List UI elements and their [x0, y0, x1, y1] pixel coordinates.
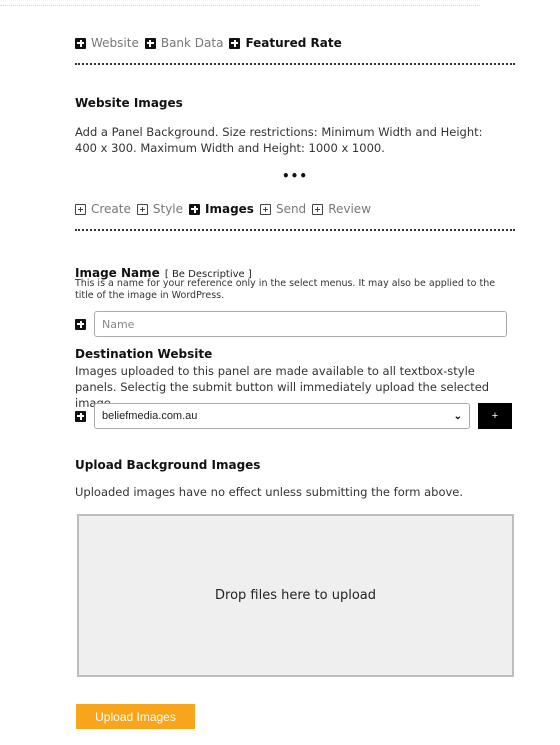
file-dropzone[interactable]: Drop files here to upload	[77, 514, 514, 677]
plus-square-outline-icon	[259, 203, 271, 215]
plus-square-outline-icon	[75, 203, 86, 215]
upload-title: Upload Background Images	[75, 458, 261, 472]
plus-square-icon	[144, 37, 156, 49]
plus-square-icon	[189, 203, 201, 215]
more-dots[interactable]: •••	[75, 169, 515, 183]
step-label: Create	[91, 202, 131, 216]
step-style[interactable]: Style	[136, 202, 184, 216]
upload-help: Uploaded images have no effect unless su…	[75, 485, 464, 499]
cropped-top-text	[0, 0, 480, 6]
plus-square-icon	[229, 37, 241, 49]
destination-label: Destination Website	[75, 347, 213, 361]
plus-square-outline-icon	[136, 203, 148, 215]
top-nav-website[interactable]: Website	[75, 36, 139, 50]
top-nav: Website Bank Data Featured Rate	[75, 36, 342, 50]
destination-select[interactable]: beliefmedia.com.au ⌄	[94, 403, 470, 429]
upload-images-button[interactable]: Upload Images	[76, 704, 195, 729]
step-label: Style	[152, 202, 184, 216]
image-name-help: This is a name for your reference only i…	[75, 278, 496, 301]
step-label: Images	[205, 202, 254, 216]
add-destination-button[interactable]: +	[478, 403, 512, 429]
dropzone-text: Drop files here to upload	[215, 588, 376, 603]
step-send[interactable]: Send	[259, 202, 307, 216]
step-images[interactable]: Images	[189, 202, 254, 216]
step-label: Send	[275, 202, 307, 216]
image-name-row	[75, 311, 507, 337]
chevron-down-icon: ⌄	[453, 410, 462, 422]
plus-square-icon	[75, 37, 86, 49]
divider	[75, 229, 515, 231]
top-nav-bank-data[interactable]: Bank Data	[144, 36, 224, 50]
top-nav-featured-rate[interactable]: Featured Rate	[229, 36, 342, 50]
destination-selected-value: beliefmedia.com.au	[102, 410, 198, 422]
top-nav-label: Featured Rate	[245, 36, 342, 50]
top-nav-label: Website	[91, 36, 139, 50]
step-nav: Create Style Images Send Review	[75, 202, 371, 216]
website-images-title: Website Images	[75, 96, 183, 110]
step-label: Review	[328, 202, 372, 216]
website-images-description: Add a Panel Background. Size restriction…	[75, 125, 483, 155]
step-review[interactable]: Review	[312, 202, 371, 216]
top-nav-label: Bank Data	[160, 36, 224, 50]
divider	[75, 63, 515, 65]
step-create[interactable]: Create	[75, 202, 131, 216]
image-name-input[interactable]	[94, 311, 507, 337]
plus-square-icon	[75, 410, 86, 422]
destination-row: beliefmedia.com.au ⌄ +	[75, 403, 512, 429]
plus-square-icon	[75, 318, 86, 330]
plus-square-outline-icon	[312, 203, 324, 215]
